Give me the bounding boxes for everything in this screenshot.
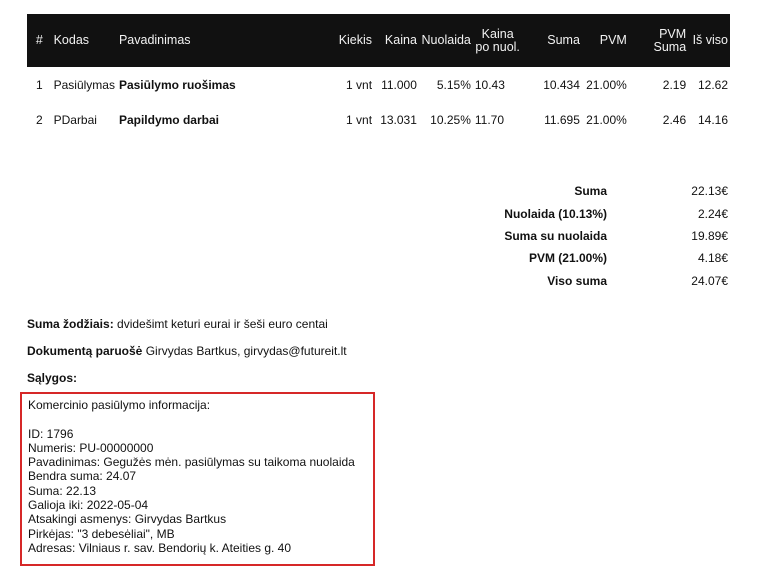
terms-label: Sąlygos: xyxy=(27,371,78,385)
offer-info-address: Adresas: Vilniaus r. sav. Bendorių k. At… xyxy=(28,540,292,555)
row-total: 14.16 xyxy=(697,112,728,127)
offer-info-responsible: Atsakingi asmenys: Girvydas Bartkus xyxy=(28,512,227,527)
table-header: # Kodas Pavadinimas Kiekis Kaina Nuolaid… xyxy=(27,14,730,67)
col-discount: Nuolaida xyxy=(418,14,473,67)
totals-label: PVM (21.00%) xyxy=(528,251,607,266)
row-quantity: 1 vnt xyxy=(346,112,373,127)
totals-label: Viso suma xyxy=(547,273,607,288)
row-discount: 5.15% xyxy=(436,77,471,92)
row-code: PDarbai xyxy=(53,112,97,127)
row-vat-sum: 2.19 xyxy=(662,77,687,92)
row-total: 12.62 xyxy=(697,77,728,92)
col-total: Iš viso xyxy=(688,14,730,67)
table-row: 2 PDarbai Papildymo darbai 1 vnt 13.031 … xyxy=(27,102,730,137)
prepared-by-value: Girvydas Bartkus, girvydas@futureit.lt xyxy=(145,344,347,358)
row-vat-sum: 2.46 xyxy=(662,112,687,127)
sum-in-words-label: Suma žodžiais: xyxy=(27,317,114,331)
col-vat: PVM xyxy=(581,14,629,67)
totals-value: 4.18€ xyxy=(697,251,728,266)
row-number: 2 xyxy=(35,112,43,127)
totals-row-grand-total: Viso suma 24.07€ xyxy=(440,270,728,292)
col-number: # xyxy=(27,14,52,67)
totals-value: 2.24€ xyxy=(697,206,728,221)
offer-info-valid-until: Galioja iki: 2022-05-04 xyxy=(28,498,149,513)
offer-info-buyer: Pirkėjas: "3 debesėliai", MB xyxy=(28,526,175,541)
row-name: Pasiūlymo ruošimas xyxy=(118,77,236,92)
offer-info-box: Komercinio pasiūlymo informacija: ID: 17… xyxy=(20,392,375,566)
row-number: 1 xyxy=(35,77,43,92)
totals-value: 22.13€ xyxy=(691,184,728,199)
row-vat: 21.00% xyxy=(586,77,627,92)
row-price: 11.000 xyxy=(381,77,417,92)
totals-row-discount: Nuolaida (10.13%) 2.24€ xyxy=(440,202,728,224)
offer-info-number: Numeris: PU-00000000 xyxy=(28,440,154,455)
row-price-after-discount: 11.70 xyxy=(474,112,505,127)
row-price: 13.031 xyxy=(380,112,417,127)
sum-in-words-value: dvidešimt keturi eurai ir šeši euro cent… xyxy=(117,317,328,331)
row-vat: 21.00% xyxy=(586,112,627,127)
row-sum: 11.695 xyxy=(544,112,580,127)
row-sum: 10.434 xyxy=(543,77,580,92)
offer-info-sum: Suma: 22.13 xyxy=(28,483,97,498)
offer-info-total: Bendra suma: 24.07 xyxy=(28,469,137,484)
table-row: 1 Pasiūlymas Pasiūlymo ruošimas 1 vnt 11… xyxy=(27,67,730,102)
offer-info-id: ID: 1796 xyxy=(28,426,74,441)
col-price: Kaina xyxy=(374,14,419,67)
totals-label: Suma xyxy=(574,184,607,199)
totals-value: 19.89€ xyxy=(691,228,728,243)
col-vat-sum: PVM Suma xyxy=(628,14,689,67)
col-sum: Suma xyxy=(522,14,582,67)
totals-value: 24.07€ xyxy=(691,273,728,288)
row-price-after-discount: 10.43 xyxy=(474,77,505,92)
prepared-by: Dokumentą paruošė Girvydas Bartkus, girv… xyxy=(27,344,347,358)
row-name: Papildymo darbai xyxy=(118,112,219,127)
totals-label: Suma su nuolaida xyxy=(504,228,607,243)
sum-in-words: Suma žodžiais: dvidešimt keturi eurai ir… xyxy=(27,317,328,331)
items-table: # Kodas Pavadinimas Kiekis Kaina Nuolaid… xyxy=(27,14,730,137)
totals-label: Nuolaida (10.13%) xyxy=(504,206,607,221)
totals-block: Suma 22.13€ Nuolaida (10.13%) 2.24€ Suma… xyxy=(440,180,728,292)
col-quantity: Kiekis xyxy=(295,14,375,67)
row-quantity: 1 vnt xyxy=(346,77,373,92)
terms-heading: Sąlygos: xyxy=(27,371,77,385)
totals-row-sum: Suma 22.13€ xyxy=(440,180,728,202)
document-page: # Kodas Pavadinimas Kiekis Kaina Nuolaid… xyxy=(0,0,771,578)
totals-row-vat: PVM (21.00%) 4.18€ xyxy=(440,247,728,269)
offer-info-title: Komercinio pasiūlymo informacija: xyxy=(28,398,211,412)
offer-info-name: Pavadinimas: Gegužės mėn. pasiūlymas su … xyxy=(28,455,355,470)
col-code: Kodas xyxy=(51,14,117,67)
row-code: Pasiūlymas xyxy=(53,77,115,92)
row-discount: 10.25% xyxy=(430,112,471,127)
prepared-by-label: Dokumentą paruošė xyxy=(27,344,143,358)
col-name: Pavadinimas xyxy=(116,14,296,67)
col-price-after-discount: Kaina po nuol. xyxy=(472,14,523,67)
totals-row-sum-with-discount: Suma su nuolaida 19.89€ xyxy=(440,225,728,247)
